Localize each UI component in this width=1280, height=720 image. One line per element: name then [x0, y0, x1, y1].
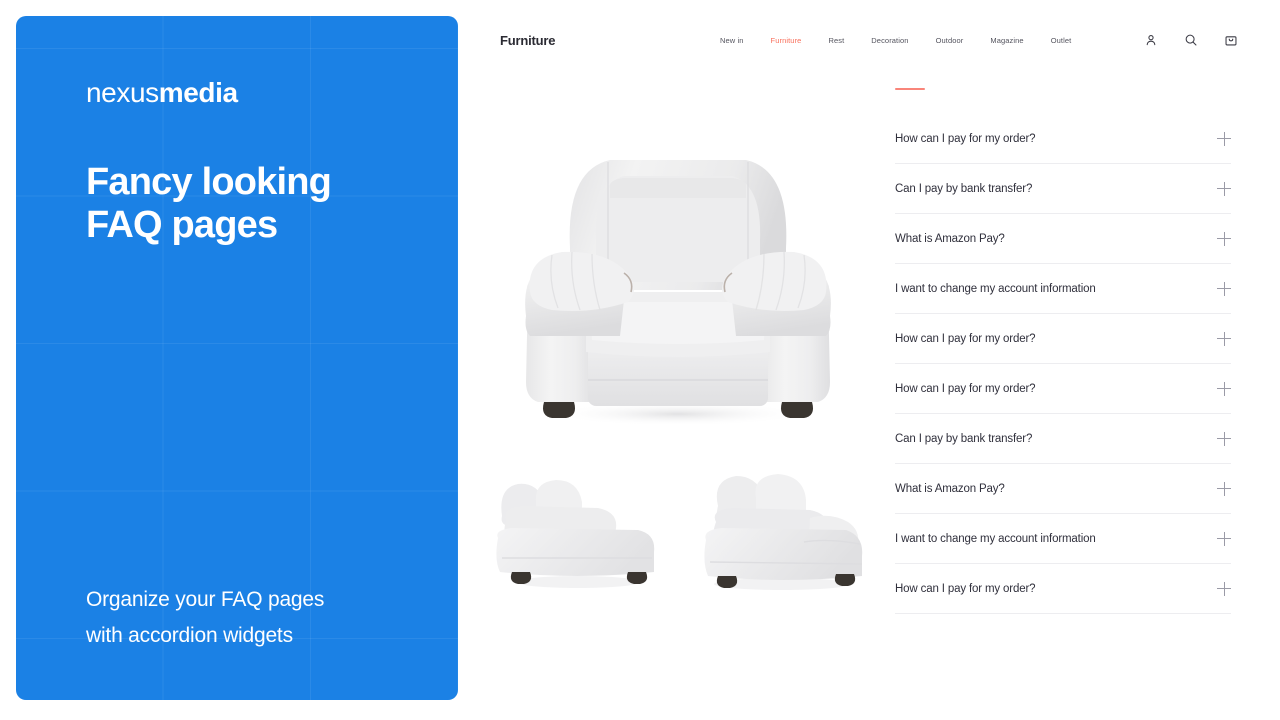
faq-item[interactable]: Can I pay by bank transfer? [895, 414, 1231, 464]
site-preview: Furniture New in Furniture Rest Decoration O… [458, 0, 1280, 720]
cart-icon[interactable] [1224, 33, 1238, 47]
faq-question: How can I pay for my order? [895, 332, 1036, 345]
promo-subtext-line-2: with accordion widgets [86, 624, 293, 648]
nav-link-decoration[interactable]: Decoration [871, 36, 908, 45]
faq-item[interactable]: Can I pay by bank transfer? [895, 164, 1231, 214]
nav-link-outdoor[interactable]: Outdoor [936, 36, 964, 45]
nav-link-furniture[interactable]: Furniture [771, 36, 802, 45]
nav-link-new-in[interactable]: New in [720, 36, 744, 45]
faq-item[interactable]: How can I pay for my order? [895, 364, 1231, 414]
promo-subtext: Organize your FAQ pages with accordion w… [86, 582, 416, 654]
nav-link-magazine[interactable]: Magazine [990, 36, 1023, 45]
brand-logo: nexusmedia [86, 77, 238, 109]
faq-item[interactable]: How can I pay for my order? [895, 314, 1231, 364]
faq-question: How can I pay for my order? [895, 132, 1036, 145]
faq-question: How can I pay for my order? [895, 382, 1036, 395]
plus-icon[interactable] [1217, 431, 1231, 446]
plus-icon[interactable] [1217, 181, 1231, 196]
faq-list: How can I pay for my order? Can I pay by … [895, 114, 1231, 614]
faq-item[interactable]: How can I pay for my order? [895, 564, 1231, 614]
plus-icon[interactable] [1217, 581, 1231, 596]
main-navigation: New in Furniture Rest Decoration Outdoor Maga… [720, 26, 1071, 54]
plus-icon[interactable] [1217, 381, 1231, 396]
product-thumbnail-2[interactable] [678, 460, 878, 610]
faq-item[interactable]: What is Amazon Pay? [895, 214, 1231, 264]
plus-icon[interactable] [1217, 531, 1231, 546]
faq-question: Can I pay by bank transfer? [895, 432, 1033, 445]
faq-question: I want to change my account information [895, 532, 1096, 545]
faq-item[interactable]: How can I pay for my order? [895, 114, 1231, 164]
promo-headline: Fancy looking FAQ pages [86, 161, 416, 246]
faq-question: I want to change my account information [895, 282, 1096, 295]
product-thumbnail-1[interactable] [478, 460, 678, 610]
faq-item[interactable]: I want to change my account information [895, 264, 1231, 314]
promo-content: nexusmedia Fancy looking FAQ pages Organ… [16, 16, 458, 700]
promo-headline-line-1: Fancy looking [86, 161, 332, 203]
faq-item[interactable]: I want to change my account information [895, 514, 1231, 564]
faq-question: What is Amazon Pay? [895, 232, 1005, 245]
promo-headline-line-2: FAQ pages [86, 203, 278, 246]
faq-question: What is Amazon Pay? [895, 482, 1005, 495]
nav-link-rest[interactable]: Rest [828, 36, 844, 45]
faq-item[interactable]: What is Amazon Pay? [895, 464, 1231, 514]
brand-logo-thin: nexus [86, 77, 159, 108]
search-icon[interactable] [1184, 33, 1198, 47]
plus-icon[interactable] [1217, 231, 1231, 246]
account-icon[interactable] [1144, 33, 1158, 47]
plus-icon[interactable] [1217, 281, 1231, 296]
site-header: Furniture New in Furniture Rest Decoration O… [500, 26, 1238, 54]
plus-icon[interactable] [1217, 331, 1231, 346]
site-logo[interactable]: Furniture [500, 33, 555, 48]
plus-icon[interactable] [1217, 481, 1231, 496]
faq-question: Can I pay by bank transfer? [895, 182, 1033, 195]
product-gallery [478, 120, 878, 640]
faq-accent-bar [895, 88, 925, 90]
promo-panel: nexusmedia Fancy looking FAQ pages Organ… [16, 16, 458, 700]
brand-logo-bold: media [158, 77, 238, 108]
product-hero-image[interactable] [500, 140, 856, 430]
product-thumbnail-list [478, 460, 878, 610]
nav-link-outlet[interactable]: Outlet [1051, 36, 1072, 45]
header-icons [1144, 26, 1238, 54]
promo-subtext-line-1: Organize your FAQ pages [86, 588, 325, 611]
plus-icon[interactable] [1217, 131, 1231, 146]
faq-question: How can I pay for my order? [895, 582, 1036, 595]
page-root: nexusmedia Fancy looking FAQ pages Organ… [0, 0, 1280, 720]
faq-accordion: How can I pay for my order? Can I pay by … [895, 88, 1231, 614]
